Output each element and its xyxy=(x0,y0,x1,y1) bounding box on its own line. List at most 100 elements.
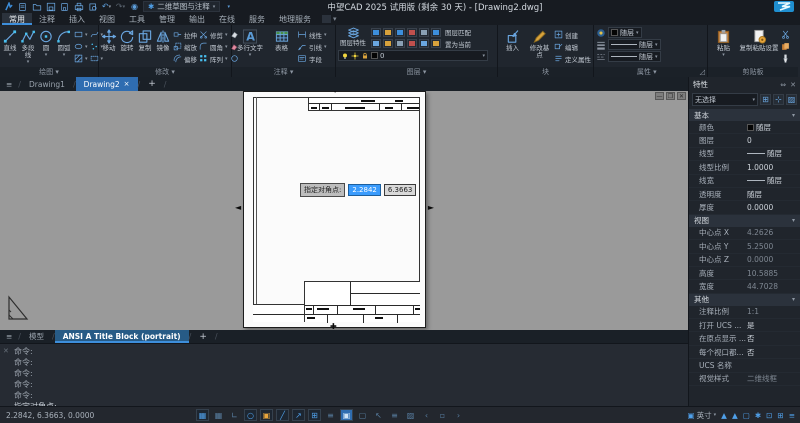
layer-tool-button[interactable] xyxy=(431,28,441,37)
layers-panel-label[interactable]: 图层 ▾ xyxy=(336,67,497,77)
match-properties-icon[interactable] xyxy=(781,53,790,64)
section-view[interactable]: 视图▾ xyxy=(689,215,800,227)
tab-tools[interactable]: 工具 xyxy=(122,13,152,25)
app-logo-icon[interactable] xyxy=(3,1,14,12)
ortho-toggle[interactable]: ∟ xyxy=(228,409,241,421)
tab-annotate[interactable]: 注释 xyxy=(32,13,62,25)
property-row-visual-style[interactable]: 视觉样式二维线框 xyxy=(689,373,800,386)
layer-tool-button[interactable] xyxy=(431,39,441,48)
property-row-center-x[interactable]: 中心点 X4.2626 xyxy=(689,227,800,240)
workspace-switcher[interactable]: ✱ 二维草图与注释 ▾ xyxy=(143,1,220,12)
open-file-button[interactable] xyxy=(31,1,42,12)
layer-tool-button[interactable] xyxy=(407,28,417,37)
scale-button[interactable]: 缩放 xyxy=(173,41,197,52)
polar-tracking-toggle[interactable]: ○ xyxy=(244,409,257,421)
grid-toggle[interactable]: ▦ xyxy=(196,409,209,421)
property-row-layer[interactable]: 图层0 xyxy=(689,134,800,147)
tab-home[interactable]: 常用 xyxy=(2,13,32,25)
cut-icon[interactable] xyxy=(781,29,790,40)
define-attributes-button[interactable]: 定义属性 xyxy=(554,53,591,64)
layer-tool-button[interactable] xyxy=(383,39,393,48)
copy-paste-settings-button[interactable]: 复制粘贴设置 xyxy=(739,27,779,52)
isolate-objects-icon[interactable]: ▢ xyxy=(743,411,750,420)
transparency-toggle[interactable]: ▣ xyxy=(340,409,353,421)
hardware-accel-toggle[interactable]: ▨ xyxy=(404,409,417,421)
rotate-button[interactable]: 旋转 xyxy=(119,27,135,52)
linear-dimension-button[interactable]: 线性▾ xyxy=(297,29,327,40)
color-dropdown[interactable]: 随层▾ xyxy=(608,27,642,38)
nav-view-icon[interactable]: ▫ xyxy=(436,409,449,421)
property-row-linetype[interactable]: 线型随层 xyxy=(689,148,800,161)
panel-close-icon[interactable]: ✕ xyxy=(790,81,796,89)
field-button[interactable]: 字段 xyxy=(297,53,327,64)
ellipse-button[interactable]: ▾ xyxy=(74,41,88,52)
quick-select-icon[interactable]: ▨ xyxy=(786,94,797,105)
ribbon-display-toggle[interactable]: ▾ xyxy=(322,13,337,25)
copy-button[interactable]: 复制 xyxy=(137,27,153,52)
layer-tool-button[interactable] xyxy=(383,28,393,37)
layer-tool-button[interactable] xyxy=(371,39,381,48)
tab-geo[interactable]: 地理服务 xyxy=(272,13,318,25)
layer-tool-button[interactable] xyxy=(395,39,405,48)
units-selector[interactable]: ▣英寸▾ xyxy=(688,410,717,421)
selection-cycling-toggle[interactable]: ▢ xyxy=(356,409,369,421)
tab-services[interactable]: 服务 xyxy=(242,13,272,25)
draw-panel-label[interactable]: 绘图 ▾ xyxy=(0,67,98,77)
new-file-button[interactable] xyxy=(17,1,28,12)
dynamic-ucs-toggle[interactable]: ⊞ xyxy=(308,409,321,421)
display-icon[interactable]: ⊡ xyxy=(766,411,772,420)
model-tab[interactable]: 模型 xyxy=(21,330,52,343)
layer-tool-button[interactable] xyxy=(407,39,417,48)
edit-block-button[interactable]: 编辑 xyxy=(554,41,591,52)
dyn-x-field[interactable]: 2.2842 xyxy=(348,184,381,196)
otrack-toggle[interactable]: ╱ xyxy=(276,409,289,421)
annotation-visibility-icon[interactable]: ▲ xyxy=(721,411,727,420)
minimize-icon[interactable]: — xyxy=(655,92,664,100)
layer-tool-button[interactable] xyxy=(395,28,405,37)
osnap-toggle[interactable]: ▣ xyxy=(260,409,273,421)
plot-preview-button[interactable] xyxy=(87,1,98,12)
copy-clip-icon[interactable] xyxy=(781,41,790,52)
insert-block-button[interactable]: 插入 xyxy=(500,27,525,52)
make-current-button[interactable]: 置为当前 xyxy=(445,38,471,49)
mirror-button[interactable]: 镜像 xyxy=(155,27,171,52)
annotate-panel-label[interactable]: 注释 ▾ xyxy=(232,67,335,77)
array-button[interactable]: 阵列▾ xyxy=(199,53,228,64)
property-row-color[interactable]: 颜色随层 xyxy=(689,121,800,134)
redo-button[interactable]: ↷▾ xyxy=(115,1,126,12)
new-layout-button[interactable]: + xyxy=(191,330,215,343)
tab-view[interactable]: 视图 xyxy=(92,13,122,25)
annotation-autoscale-icon[interactable]: ▲ xyxy=(732,411,738,420)
settings-gear-icon[interactable]: ✱ xyxy=(755,411,761,420)
pin-dropdown-icon[interactable]: ▾ xyxy=(223,1,234,12)
layer-match-button[interactable]: 图层匹配 xyxy=(445,26,471,37)
close-command-icon[interactable]: ✕ xyxy=(3,347,9,355)
layer-tool-button[interactable] xyxy=(419,39,429,48)
plot-button[interactable] xyxy=(73,1,84,12)
property-row-ucs-per-viewport[interactable]: 每个视口都...否 xyxy=(689,346,800,359)
file-tab-menu-icon[interactable]: ≡ xyxy=(0,77,18,91)
property-row-height[interactable]: 高度10.5885 xyxy=(689,267,800,280)
selection-dropdown[interactable]: 无选择▾ xyxy=(692,93,758,106)
property-row-width[interactable]: 宽度44.7028 xyxy=(689,280,800,293)
drawing-canvas[interactable]: — ❐ ✕ xyxy=(0,91,688,330)
close-icon[interactable]: ✕ xyxy=(677,92,686,100)
command-window[interactable]: ✕ 命令: 命令: 命令: 命令: 命令: 指定对角点: xyxy=(0,343,688,406)
snap-toggle[interactable]: ▦ xyxy=(212,409,225,421)
property-row-ucs-icon-on[interactable]: 打开 UCS ...是 xyxy=(689,319,800,332)
save-as-button[interactable] xyxy=(59,1,70,12)
arc-button[interactable]: 圆弧▾ xyxy=(56,27,72,57)
lineweight-dropdown[interactable]: 随层▾ xyxy=(608,39,661,50)
linetype-dropdown[interactable]: 随层▾ xyxy=(608,51,661,62)
property-row-center-z[interactable]: 中心点 Z0.0000 xyxy=(689,254,800,267)
panel-dock-icon[interactable]: ⇔ xyxy=(780,81,786,89)
polyline-button[interactable]: 多段线▾ xyxy=(20,27,36,64)
lineweight-toggle[interactable]: ≡ xyxy=(324,409,337,421)
offset-button[interactable]: 偏移 xyxy=(173,53,197,64)
3d-osnap-toggle[interactable]: ↖ xyxy=(372,409,385,421)
rectangle-button[interactable]: ▾ xyxy=(74,29,88,40)
tab-manage[interactable]: 管理 xyxy=(152,13,182,25)
nav-prev-icon[interactable]: ‹ xyxy=(420,409,433,421)
layer-dropdown[interactable]: 0 ▾ xyxy=(338,50,488,61)
dyn-y-field[interactable]: 6.3663 xyxy=(384,184,417,196)
